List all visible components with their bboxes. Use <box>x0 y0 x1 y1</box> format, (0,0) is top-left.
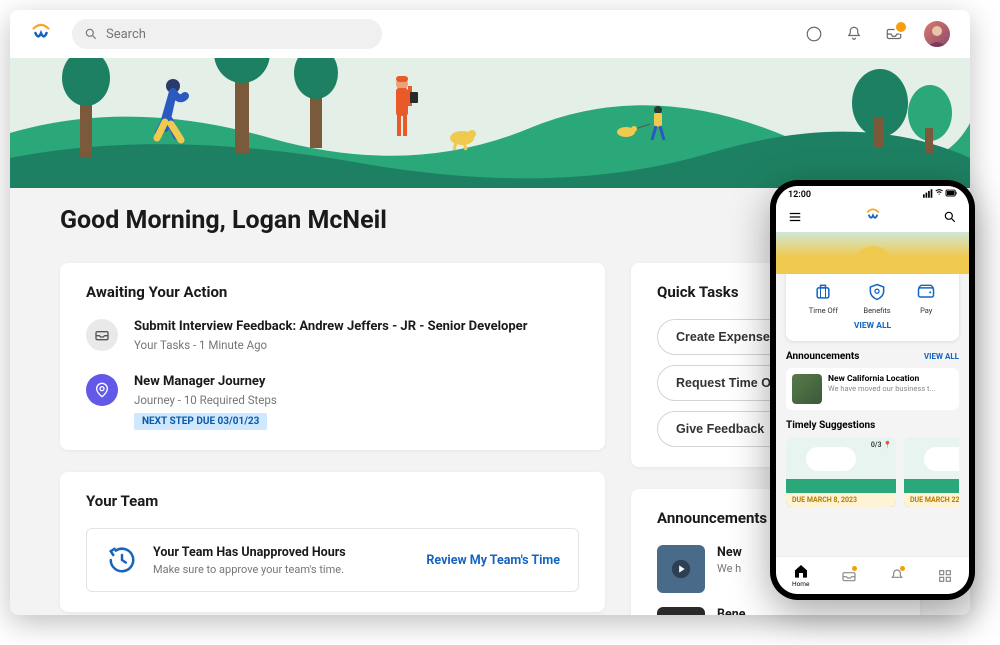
team-alert: Your Team Has Unapproved Hours Make sure… <box>86 528 579 592</box>
wallet-icon <box>916 282 936 302</box>
top-bar: Search <box>10 10 970 58</box>
heart-thumb <box>657 607 705 615</box>
alert-title: Your Team Has Unapproved Hours <box>153 545 412 560</box>
action-item[interactable]: Submit Interview Feedback: Andrew Jeffer… <box>86 319 579 352</box>
benefits-app[interactable]: Benefits <box>863 282 890 315</box>
suitcase-icon <box>813 282 833 302</box>
phone-status-bar: 12:00 <box>776 186 969 204</box>
search-icon <box>84 27 98 41</box>
review-time-link[interactable]: Review My Team's Time <box>426 553 560 568</box>
phone-signal-icon <box>923 189 957 201</box>
user-avatar[interactable] <box>924 21 950 47</box>
awaiting-action-card: Awaiting Your Action Submit Interview Fe… <box>60 263 605 450</box>
action-title: New Manager Journey <box>134 374 579 389</box>
suggestion-card[interactable]: DUE MARCH 22, <box>904 437 959 507</box>
nav-apps[interactable] <box>937 568 953 584</box>
time-off-app[interactable]: Time Off <box>809 282 838 315</box>
action-sub: Journey - 10 Required Steps <box>134 393 579 407</box>
ann-thumb <box>792 374 822 404</box>
action-item[interactable]: New Manager Journey Journey - 10 Require… <box>86 374 579 430</box>
phone-ann-viewall[interactable]: VIEW ALL <box>924 352 959 361</box>
your-team-card: Your Team Your Team Has Unapproved Hours… <box>60 472 605 612</box>
inbox-badge <box>894 20 908 34</box>
phone-announcement[interactable]: New California Location We have moved ou… <box>786 368 959 410</box>
mobile-preview: 12:00 Good Morning, Logan Time Off <box>770 180 975 600</box>
home-icon <box>793 563 809 579</box>
phone-time: 12:00 <box>788 190 811 200</box>
notifications-icon[interactable] <box>844 24 864 44</box>
phone-ann-item-title: New California Location <box>828 374 935 384</box>
app-label: Pay <box>920 306 932 315</box>
ann-title: Bene <box>717 607 894 615</box>
menu-icon[interactable] <box>788 209 802 228</box>
nav-label: Home <box>792 580 810 588</box>
alert-sub: Make sure to approve your team's time. <box>153 563 412 576</box>
sugg-progress: 0/3 📍 <box>871 441 892 449</box>
hero-banner <box>10 58 970 188</box>
phone-ann-title: Announcements <box>786 351 859 362</box>
pay-app[interactable]: Pay <box>916 282 936 315</box>
view-all-link[interactable]: VIEW ALL <box>796 321 949 331</box>
search-icon[interactable] <box>943 209 957 228</box>
nav-badge <box>900 566 905 571</box>
due-badge: NEXT STEP DUE 03/01/23 <box>134 413 267 430</box>
announcement-item[interactable]: Bene Here <box>657 607 894 615</box>
search-placeholder: Search <box>106 27 146 42</box>
video-thumb <box>657 545 705 593</box>
sugg-due: DUE MARCH 8, 2023 <box>786 493 896 507</box>
search-input[interactable]: Search <box>72 19 382 49</box>
phone-hero <box>776 232 969 274</box>
awaiting-title: Awaiting Your Action <box>86 283 579 301</box>
app-label: Time Off <box>809 306 838 315</box>
chat-icon[interactable] <box>804 24 824 44</box>
workday-logo-mobile <box>865 208 881 228</box>
app-label: Benefits <box>863 306 890 315</box>
phone-greeting-card: Good Morning, Logan Time Off Benefits Pa… <box>786 274 959 341</box>
nav-inbox[interactable] <box>841 568 857 584</box>
inbox-task-icon <box>86 319 118 351</box>
your-team-title: Your Team <box>86 492 579 510</box>
nav-home[interactable]: Home <box>792 563 810 588</box>
workday-logo[interactable] <box>30 23 52 45</box>
nav-badge <box>852 566 857 571</box>
suggestion-card[interactable]: 0/3 📍 DUE MARCH 8, 2023 <box>786 437 896 507</box>
nav-notifications[interactable] <box>889 568 905 584</box>
shield-icon <box>867 282 887 302</box>
phone-sugg-title: Timely Suggestions <box>786 420 875 431</box>
inbox-icon[interactable] <box>884 24 904 44</box>
phone-top-bar <box>776 204 969 232</box>
sugg-due: DUE MARCH 22, <box>904 493 959 507</box>
approve-time-icon <box>105 543 139 577</box>
greeting-text: Good Morning, Logan McNeil <box>60 206 387 235</box>
phone-ann-item-sub: We have moved our business t... <box>828 384 935 393</box>
action-title: Submit Interview Feedback: Andrew Jeffer… <box>134 319 579 334</box>
grid-icon <box>937 568 953 584</box>
action-sub: Your Tasks - 1 Minute Ago <box>134 338 579 352</box>
phone-nav: Home <box>776 556 969 594</box>
journey-icon <box>86 374 118 406</box>
